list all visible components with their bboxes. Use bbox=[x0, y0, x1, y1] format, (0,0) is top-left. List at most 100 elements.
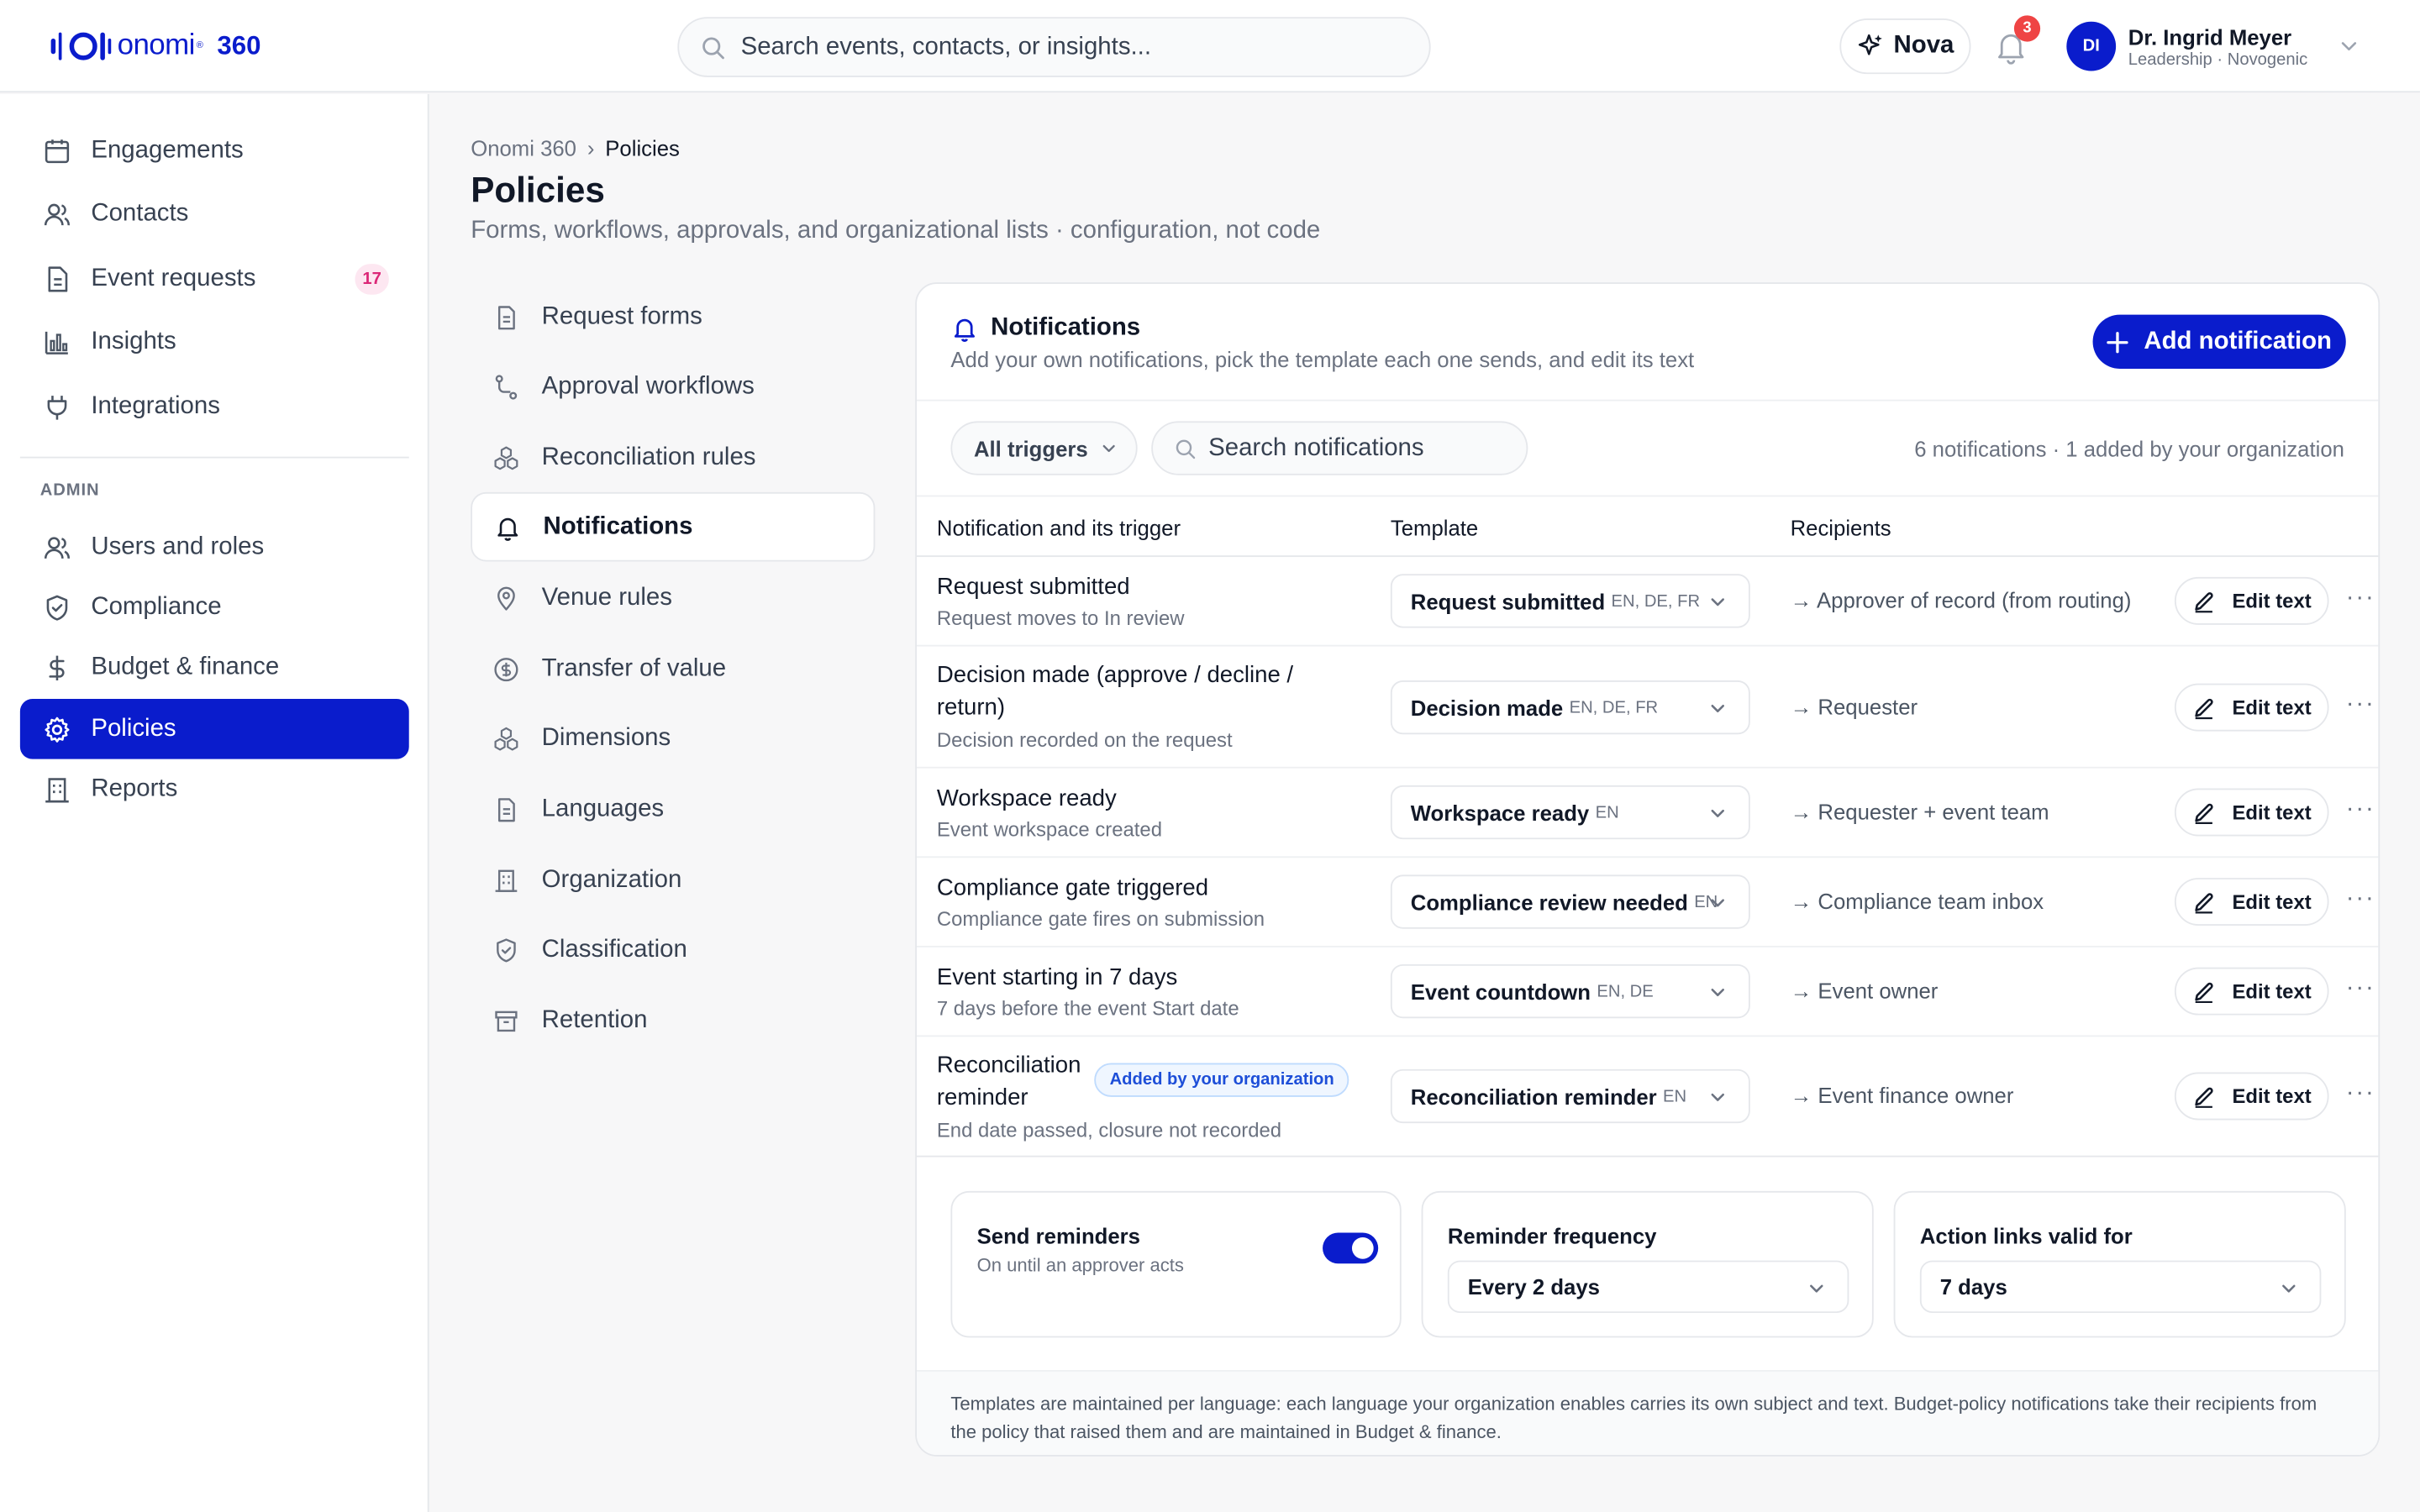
sidebar-item-users-and-roles[interactable]: Users and roles bbox=[20, 517, 409, 577]
subnav-reconciliation-rules[interactable]: Reconciliation rules bbox=[471, 423, 875, 492]
users-icon bbox=[44, 536, 71, 559]
sidebar-item-event-requests[interactable]: Event requests 17 bbox=[20, 249, 409, 309]
more-options-icon[interactable]: ··· bbox=[2346, 796, 2375, 824]
pencil-icon bbox=[2195, 981, 2214, 1003]
subnav-transfer-of-value[interactable]: Transfer of value bbox=[471, 634, 875, 704]
subnav-notifications[interactable]: Notifications bbox=[471, 491, 876, 562]
subnav-classification[interactable]: Classification bbox=[471, 915, 875, 984]
edit-text-button[interactable]: Edit text bbox=[2174, 1072, 2329, 1121]
user-role: Leadership · Novogenic bbox=[2128, 50, 2308, 70]
subnav-organization[interactable]: Organization bbox=[471, 846, 875, 916]
template-select[interactable]: Reconciliation reminder EN bbox=[1390, 1068, 1750, 1124]
global-search[interactable] bbox=[677, 17, 1431, 77]
sidebar-item-budget-finance[interactable]: Budget & finance bbox=[20, 638, 409, 698]
subnav-label: Approval workflows bbox=[541, 372, 755, 399]
template-select[interactable]: Decision made EN, DE, FR bbox=[1390, 680, 1750, 735]
more-options-icon[interactable]: ··· bbox=[2346, 885, 2375, 913]
chevron-down-icon[interactable] bbox=[2338, 35, 2360, 57]
notification-count-text: 6 notifications · 1 added by your organi… bbox=[1914, 436, 2344, 462]
edit-text-label: Edit text bbox=[2232, 801, 2312, 824]
template-languages: EN bbox=[1595, 803, 1619, 822]
template-languages: EN, DE bbox=[1597, 982, 1654, 1001]
edit-text-button[interactable]: Edit text bbox=[2174, 878, 2329, 927]
more-options-icon[interactable]: ··· bbox=[2346, 975, 2375, 1003]
search-icon bbox=[702, 36, 724, 59]
subnav-dimensions[interactable]: Dimensions bbox=[471, 704, 875, 774]
template-languages: EN, DE, FR bbox=[1569, 698, 1659, 717]
notification-trigger: Event workspace created bbox=[936, 817, 1162, 842]
recipients: → Compliance team inbox bbox=[1790, 888, 2044, 914]
subnav-languages[interactable]: Languages bbox=[471, 774, 875, 844]
send-reminders-toggle[interactable] bbox=[1323, 1232, 1379, 1264]
sidebar-item-integrations[interactable]: Integrations bbox=[20, 376, 409, 437]
template-languages: EN, DE, FR bbox=[1611, 591, 1701, 611]
edit-text-button[interactable]: Edit text bbox=[2174, 576, 2329, 625]
global-search-input[interactable] bbox=[740, 33, 1359, 61]
more-options-icon[interactable]: ··· bbox=[2346, 1080, 2375, 1108]
subnav-request-forms[interactable]: Request forms bbox=[471, 282, 875, 352]
edit-text-label: Edit text bbox=[2232, 979, 2312, 1003]
page-subtitle: Forms, workflows, approvals, and organiz… bbox=[471, 217, 1321, 244]
sidebar-item-reports[interactable]: Reports bbox=[20, 759, 409, 820]
template-select[interactable]: Compliance review needed EN bbox=[1390, 874, 1750, 929]
template-select[interactable]: Request submitted EN, DE, FR bbox=[1390, 574, 1750, 628]
sidebar-item-insights[interactable]: Insights bbox=[20, 312, 409, 372]
user-name[interactable]: Dr. Ingrid Meyer bbox=[2128, 24, 2291, 49]
action-links-select[interactable]: 7 days bbox=[1919, 1260, 2322, 1314]
sidebar-item-contacts[interactable]: Contacts bbox=[20, 184, 409, 244]
sidebar-item-label: Event requests bbox=[91, 264, 256, 291]
table-row: Reconciliation reminder Added by your or… bbox=[916, 1037, 2379, 1158]
sidebar-item-compliance[interactable]: Compliance bbox=[20, 577, 409, 638]
template-select[interactable]: Event countdown EN, DE bbox=[1390, 963, 1750, 1019]
edit-text-button[interactable]: Edit text bbox=[2174, 788, 2329, 837]
more-options-icon[interactable]: ··· bbox=[2346, 691, 2375, 719]
pencil-icon bbox=[2195, 802, 2214, 824]
send-reminders-title: Send reminders bbox=[976, 1223, 1141, 1248]
subnav-label: Notifications bbox=[543, 512, 693, 539]
breadcrumb-root[interactable]: Onomi 360 bbox=[471, 136, 576, 160]
sidebar-item-label: Contacts bbox=[91, 199, 189, 227]
reminder-frequency-select[interactable]: Every 2 days bbox=[1447, 1260, 1849, 1314]
subnav-label: Retention bbox=[541, 1006, 648, 1033]
template-name: Decision made bbox=[1410, 695, 1564, 720]
notification-trigger: 7 days before the event Start date bbox=[936, 996, 1239, 1021]
subnav-approval-workflows[interactable]: Approval workflows bbox=[471, 352, 875, 422]
sidebar-item-policies[interactable]: Policies bbox=[19, 699, 409, 759]
plus-icon bbox=[2107, 331, 2128, 353]
add-notification-button[interactable]: Add notification bbox=[2092, 314, 2346, 369]
subnav-label: Venue rules bbox=[541, 584, 672, 611]
logo-ring-icon bbox=[69, 32, 97, 60]
table-row: Workspace ready Event workspace created … bbox=[916, 769, 2379, 858]
edit-text-label: Edit text bbox=[2232, 890, 2312, 914]
logo-wave-right-icon bbox=[100, 32, 112, 60]
notification-title: Workspace ready bbox=[936, 785, 1117, 812]
breadcrumb-current: Policies bbox=[605, 135, 680, 161]
user-avatar[interactable]: DI bbox=[2066, 21, 2117, 71]
building-icon bbox=[45, 777, 69, 802]
subnav-retention[interactable]: Retention bbox=[471, 986, 875, 1056]
sidebar-item-engagements[interactable]: Engagements bbox=[20, 120, 409, 181]
onomi-logo[interactable]: onomi ® 360 bbox=[50, 28, 260, 65]
edit-text-button[interactable]: Edit text bbox=[2174, 967, 2329, 1016]
edit-text-button[interactable]: Edit text bbox=[2174, 683, 2329, 732]
sidebar-item-label: Policies bbox=[91, 715, 176, 742]
template-select[interactable]: Workspace ready EN bbox=[1390, 785, 1750, 840]
more-options-icon[interactable]: ··· bbox=[2346, 585, 2375, 612]
nova-label: Nova bbox=[1893, 32, 1954, 59]
subnav-venue-rules[interactable]: Venue rules bbox=[471, 563, 875, 633]
pencil-icon bbox=[2195, 892, 2214, 913]
sidebar: Engagements Contacts Event requests 17 I… bbox=[0, 94, 429, 1512]
recipients: → Event finance owner bbox=[1790, 1083, 2014, 1108]
cubes-icon bbox=[494, 445, 518, 470]
building-icon bbox=[495, 869, 518, 891]
recipients: → Requester + event team bbox=[1790, 799, 2049, 824]
shield-icon bbox=[497, 937, 516, 962]
notification-search[interactable]: Search notifications bbox=[1151, 421, 1528, 475]
subnav-label: Dimensions bbox=[541, 724, 671, 751]
subnav-label: Organization bbox=[541, 866, 682, 893]
notification-title: Compliance gate triggered bbox=[936, 874, 1209, 901]
nova-button[interactable]: Nova bbox=[1839, 18, 1971, 75]
notification-title: Reconciliation bbox=[936, 1052, 1081, 1079]
chevron-down-icon bbox=[1711, 1093, 1724, 1101]
trigger-filter-dropdown[interactable]: All triggers bbox=[950, 421, 1138, 475]
